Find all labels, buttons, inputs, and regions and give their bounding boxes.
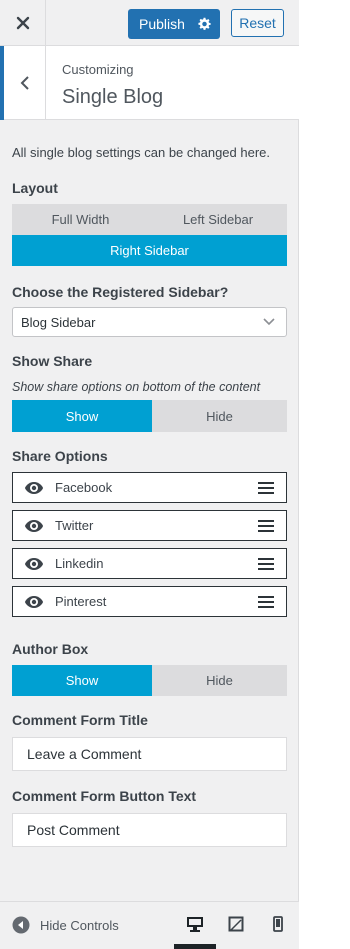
- close-icon: [16, 16, 29, 30]
- drag-handle-icon[interactable]: [258, 520, 274, 532]
- hide-controls-label: Hide Controls: [40, 917, 119, 933]
- tablet-icon: [228, 916, 244, 932]
- chevron-down-icon: [263, 318, 275, 326]
- show-share-hide[interactable]: Hide: [152, 400, 287, 432]
- drag-handle-icon[interactable]: [258, 596, 274, 608]
- layout-label: Layout: [12, 180, 58, 196]
- sidebar-select[interactable]: Blog Sidebar: [12, 307, 287, 337]
- mobile-icon: [273, 916, 283, 932]
- device-mobile-button[interactable]: [268, 914, 288, 934]
- show-share-label: Show Share: [12, 353, 93, 369]
- customizer-panel: Publish Reset Customizing Single Blog Al…: [0, 0, 299, 949]
- author-box-show[interactable]: Show: [12, 665, 152, 696]
- eye-icon: [25, 481, 43, 494]
- eye-icon: [25, 519, 43, 532]
- active-device-indicator: [174, 944, 216, 949]
- hide-controls-button[interactable]: Hide Controls: [12, 916, 119, 934]
- customizer-header: Publish Reset: [0, 0, 299, 46]
- layout-right-sidebar[interactable]: Right Sidebar: [12, 235, 287, 266]
- device-tablet-button[interactable]: [226, 914, 246, 934]
- drag-handle-icon[interactable]: [258, 482, 274, 494]
- gear-icon: [198, 17, 211, 30]
- arrow-left-circle-icon: [12, 916, 30, 934]
- visibility-toggle[interactable]: [13, 473, 55, 502]
- desktop-icon: [187, 917, 203, 932]
- customizer-footer: Hide Controls: [0, 901, 299, 949]
- share-option-name: Twitter: [55, 518, 94, 533]
- back-button[interactable]: [0, 46, 46, 120]
- section-header: Customizing Single Blog: [0, 46, 299, 120]
- share-option-name: Facebook: [55, 480, 113, 495]
- page-title: Single Blog: [62, 86, 164, 108]
- comment-title-label: Comment Form Title: [12, 712, 148, 728]
- layout-selector: Full Width Left Sidebar Right Sidebar: [12, 204, 287, 266]
- close-button[interactable]: [0, 0, 46, 46]
- show-share-show[interactable]: Show: [12, 400, 152, 432]
- publish-button-group: Publish: [128, 9, 220, 39]
- publish-settings-button[interactable]: [190, 9, 220, 39]
- visibility-toggle[interactable]: [13, 587, 55, 616]
- chevron-left-icon: [20, 76, 29, 90]
- share-option-facebook: Facebook: [12, 472, 287, 503]
- author-box-toggle: Show Hide: [12, 665, 287, 696]
- layout-full-width[interactable]: Full Width: [12, 204, 149, 235]
- show-share-description: Show share options on bottom of the cont…: [12, 380, 261, 394]
- drag-handle-icon[interactable]: [258, 558, 274, 570]
- eye-icon: [25, 557, 43, 570]
- author-box-hide[interactable]: Hide: [152, 665, 287, 696]
- reset-button[interactable]: Reset: [231, 9, 284, 37]
- comment-button-input[interactable]: Post Comment: [12, 813, 287, 847]
- author-box-label: Author Box: [12, 641, 89, 657]
- sidebar-select-label: Choose the Registered Sidebar?: [12, 284, 229, 300]
- comment-title-input[interactable]: Leave a Comment: [12, 737, 287, 771]
- share-option-twitter: Twitter: [12, 510, 287, 541]
- layout-left-sidebar[interactable]: Left Sidebar: [149, 204, 287, 235]
- share-option-name: Linkedin: [55, 556, 104, 571]
- section-description: All single blog settings can be changed …: [12, 145, 271, 160]
- show-share-toggle: Show Hide: [12, 400, 287, 432]
- visibility-toggle[interactable]: [13, 511, 55, 540]
- eye-icon: [25, 595, 43, 608]
- share-option-pinterest: Pinterest: [12, 586, 287, 617]
- share-option-linkedin: Linkedin: [12, 548, 287, 579]
- breadcrumb: Customizing: [62, 62, 134, 77]
- device-desktop-button[interactable]: [185, 914, 205, 934]
- publish-button[interactable]: Publish: [128, 9, 190, 39]
- visibility-toggle[interactable]: [13, 549, 55, 578]
- sidebar-select-value: Blog Sidebar: [21, 314, 96, 330]
- share-option-name: Pinterest: [55, 594, 107, 609]
- share-options-label: Share Options: [12, 448, 108, 464]
- comment-button-label: Comment Form Button Text: [12, 788, 197, 804]
